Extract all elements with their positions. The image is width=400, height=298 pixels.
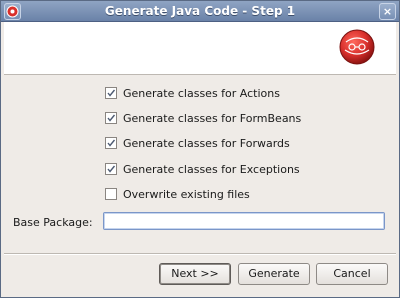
check-icon bbox=[107, 139, 116, 147]
cancel-button[interactable]: Cancel bbox=[316, 263, 388, 285]
check-icon bbox=[107, 114, 116, 122]
option-label: Generate classes for Actions bbox=[123, 86, 280, 100]
base-package-label: Base Package: bbox=[13, 216, 93, 229]
title-bar[interactable]: Generate Java Code - Step 1 × bbox=[1, 1, 399, 22]
checkbox-forwards[interactable] bbox=[105, 137, 117, 149]
option-label: Generate classes for Exceptions bbox=[123, 162, 300, 176]
checkbox-formbeans[interactable] bbox=[105, 112, 117, 124]
option-label: Generate classes for Forwards bbox=[123, 136, 290, 150]
base-package-input[interactable] bbox=[103, 212, 385, 230]
option-overwrite[interactable]: Overwrite existing files bbox=[105, 187, 365, 201]
checkbox-exceptions[interactable] bbox=[105, 163, 117, 175]
option-actions[interactable]: Generate classes for Actions bbox=[105, 86, 365, 100]
check-icon bbox=[107, 165, 116, 173]
option-exceptions[interactable]: Generate classes for Exceptions bbox=[105, 162, 365, 176]
check-icon bbox=[107, 89, 116, 97]
close-button[interactable]: × bbox=[379, 3, 396, 20]
wizard-logo-icon bbox=[339, 29, 375, 65]
option-label: Overwrite existing files bbox=[123, 187, 250, 201]
dialog-window: Generate Java Code - Step 1 × Generate c… bbox=[0, 0, 400, 298]
wizard-banner bbox=[4, 22, 396, 75]
button-separator bbox=[4, 253, 396, 255]
next-button[interactable]: Next >> bbox=[159, 263, 231, 285]
checkbox-overwrite[interactable] bbox=[105, 188, 117, 200]
option-forwards[interactable]: Generate classes for Forwards bbox=[105, 136, 365, 150]
option-formbeans[interactable]: Generate classes for FormBeans bbox=[105, 111, 365, 125]
window-title: Generate Java Code - Step 1 bbox=[104, 4, 296, 18]
close-icon: × bbox=[382, 5, 393, 18]
checkbox-actions[interactable] bbox=[105, 87, 117, 99]
option-label: Generate classes for FormBeans bbox=[123, 111, 302, 125]
generate-button[interactable]: Generate bbox=[238, 263, 310, 285]
